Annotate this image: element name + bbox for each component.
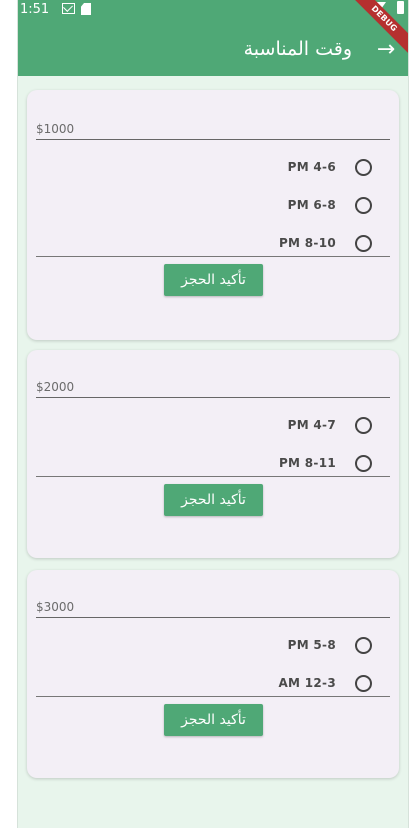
radio-button[interactable]: [355, 455, 372, 472]
radio-button[interactable]: [355, 197, 372, 214]
radio-button[interactable]: [355, 159, 372, 176]
status-bar: 1:51: [18, 0, 408, 22]
price-label: $1000: [36, 122, 75, 136]
radio-button[interactable]: [355, 235, 372, 252]
price-label: $3000: [36, 600, 75, 614]
price-underline: [36, 617, 390, 618]
battery-icon: [397, 1, 404, 14]
app-screen: 1:51 DEBUG وقت المناسبة → $1000 PM 4-6 P…: [17, 0, 409, 828]
time-slot-option[interactable]: PM 4-6: [36, 154, 390, 182]
time-slot-option[interactable]: PM 8-10: [36, 230, 390, 258]
time-slot-option[interactable]: PM 6-8: [36, 192, 390, 220]
confirm-booking-button[interactable]: تأكيد الحجز: [164, 484, 263, 516]
time-slot-label: PM 4-6: [287, 160, 336, 174]
time-slot-label: PM 4-7: [287, 418, 336, 432]
confirm-booking-button[interactable]: تأكيد الحجز: [164, 264, 263, 296]
booking-card: $3000 PM 5-8 AM 12-3 تأكيد الحجز: [27, 570, 399, 778]
arrow-right-icon[interactable]: →: [372, 36, 400, 64]
gmail-icon: [62, 3, 75, 14]
booking-card: $1000 PM 4-6 PM 6-8 PM 8-10 تأكيد الحجز: [27, 90, 399, 340]
time-slot-label: PM 6-8: [287, 198, 336, 212]
time-slot-option[interactable]: PM 4-7: [36, 412, 390, 440]
radio-button[interactable]: [355, 637, 372, 654]
time-slot-option[interactable]: PM 5-8: [36, 632, 390, 660]
confirm-booking-button[interactable]: تأكيد الحجز: [164, 704, 263, 736]
radio-button[interactable]: [355, 675, 372, 692]
time-slot-option[interactable]: AM 12-3: [36, 670, 390, 698]
time-slot-label: PM 5-8: [287, 638, 336, 652]
status-time: 1:51: [20, 2, 50, 17]
divider: [36, 256, 390, 257]
page-title: وقت المناسبة: [243, 38, 352, 60]
price-underline: [36, 139, 390, 140]
app-bar: 1:51 DEBUG وقت المناسبة →: [18, 0, 408, 76]
divider: [36, 476, 390, 477]
time-slot-label: AM 12-3: [278, 676, 336, 690]
price-label: $2000: [36, 380, 75, 394]
radio-button[interactable]: [355, 417, 372, 434]
booking-card: $2000 PM 4-7 PM 8-11 تأكيد الحجز: [27, 350, 399, 558]
time-slot-label: PM 8-11: [278, 456, 336, 470]
time-slot-label: PM 8-10: [278, 236, 336, 250]
time-slot-option[interactable]: PM 8-11: [36, 450, 390, 478]
sd-card-icon: [81, 3, 91, 15]
price-underline: [36, 397, 390, 398]
divider: [36, 696, 390, 697]
